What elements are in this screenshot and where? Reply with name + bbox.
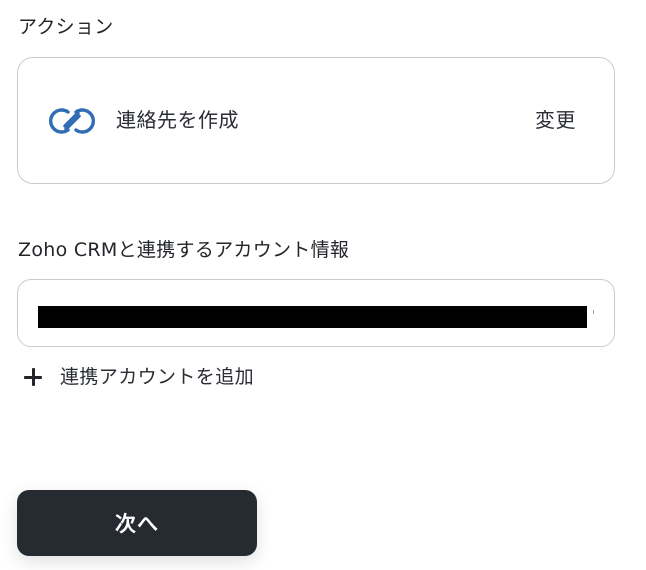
action-section-label: アクション xyxy=(18,16,114,38)
action-card: 連絡先を作成 変更 xyxy=(17,57,615,184)
change-action-button[interactable]: 変更 xyxy=(535,107,576,133)
plus-icon xyxy=(22,366,44,388)
action-name: 連絡先を作成 xyxy=(116,108,239,132)
account-select-field[interactable] xyxy=(17,279,615,347)
add-linked-account-button[interactable]: 連携アカウントを追加 xyxy=(22,362,254,392)
account-section-label: Zoho CRMと連携するアカウント情報 xyxy=(18,239,350,261)
field-edge-mark xyxy=(593,310,594,314)
redacted-account-value xyxy=(38,306,587,328)
zoho-crm-icon xyxy=(46,102,98,140)
page-root: アクション 連絡先を作成 変更 Zoho CRMと連携するアカウント情報 連携ア… xyxy=(0,0,646,570)
add-linked-account-label: 連携アカウントを追加 xyxy=(60,366,255,388)
next-button[interactable]: 次へ xyxy=(17,490,257,556)
